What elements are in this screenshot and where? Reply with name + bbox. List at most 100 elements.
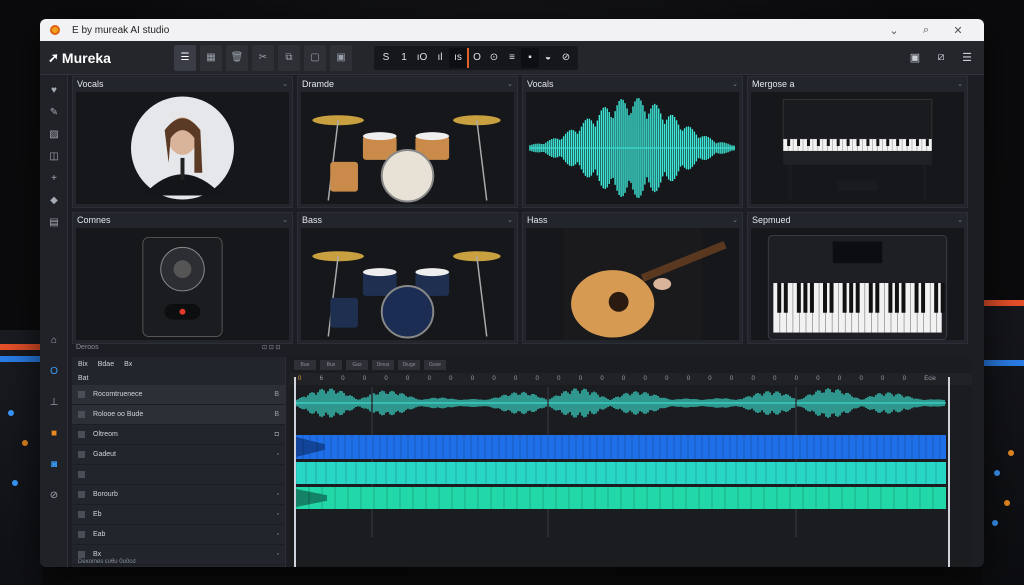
instrument-panel-portrait[interactable]: Vocals ⌄: [72, 76, 293, 208]
mixer-icon[interactable]: ⊥: [40, 387, 68, 418]
panel-thumbnail[interactable]: [301, 228, 514, 340]
instrument-panel-guitar[interactable]: Hass ⌄: [522, 212, 743, 344]
track-row-icon[interactable]: B: [274, 411, 279, 418]
panel-thumbnail[interactable]: [301, 92, 514, 204]
track-row[interactable]: Oltreom ◘: [72, 425, 285, 445]
transport-button[interactable]: ◒: [539, 48, 557, 68]
timeline-ruler[interactable]: 0 6 0 0 0 0 0 0 0 0 0 0 0 0 0 0 0 0 0 0 0 0 0 0 0 0 0 0 0 Ecie: [290, 373, 972, 385]
transport-button[interactable]: O: [467, 47, 485, 68]
transport-button[interactable]: ⊙: [485, 48, 503, 68]
search-icon[interactable]: ⌕: [910, 24, 942, 37]
trash-button[interactable]: 🗑: [226, 44, 248, 71]
track-row-icon[interactable]: ◘: [275, 431, 279, 438]
timeline-tab[interactable]: Gas: [346, 360, 368, 370]
paste-button[interactable]: ▢: [304, 44, 326, 71]
transport-button[interactable]: ▪: [521, 47, 539, 68]
track-checkbox[interactable]: [78, 431, 85, 438]
track-list-header-item[interactable]: Bdae: [98, 361, 114, 368]
track-row[interactable]: Borourb ◦: [72, 485, 285, 505]
chevron-down-icon[interactable]: ⌄: [957, 80, 963, 88]
heart-icon[interactable]: ♥: [40, 79, 68, 101]
instrument-panel-speaker[interactable]: Comnes ⌄: [72, 212, 293, 344]
chat-icon[interactable]: ◫: [40, 145, 68, 167]
transport-button[interactable]: 1: [395, 48, 413, 68]
menu-button[interactable]: ☰: [174, 44, 196, 71]
attach-icon[interactable]: ⊘: [40, 480, 68, 511]
transport-button[interactable]: ıO: [413, 48, 431, 68]
instrument-panel-waveform[interactable]: Vocals ⌄: [522, 76, 743, 208]
timeline-tab[interactable]: Goxe: [424, 360, 446, 370]
track-row-icon[interactable]: ◦: [277, 491, 279, 498]
pin-icon[interactable]: ◆: [40, 189, 68, 211]
track-row-icon[interactable]: ◦: [277, 531, 279, 538]
instrument-panel-keyboard[interactable]: Sepmued ⌄: [747, 212, 968, 344]
panel-thumbnail[interactable]: [751, 228, 964, 340]
home-icon[interactable]: ⌂: [40, 325, 68, 356]
transport-button[interactable]: S: [377, 48, 395, 68]
close-icon[interactable]: ✕: [942, 24, 974, 37]
playhead-end[interactable]: [948, 377, 950, 567]
record-icon[interactable]: ■: [40, 418, 68, 449]
save-icon[interactable]: ▣: [906, 51, 924, 64]
chevron-down-icon[interactable]: ⌄: [732, 80, 738, 88]
pen-icon[interactable]: ✎: [40, 101, 68, 123]
track-checkbox[interactable]: [78, 491, 85, 498]
track-checkbox[interactable]: [78, 391, 85, 398]
track-row-icon[interactable]: ◦: [277, 551, 279, 558]
track-row[interactable]: Eb ◦: [72, 505, 285, 525]
circle-icon[interactable]: O: [40, 356, 68, 387]
panel-footer-icons[interactable]: ⊡ ⊡ ⊡: [262, 344, 280, 351]
plus-icon[interactable]: +: [40, 167, 68, 189]
grid-button[interactable]: ▦: [200, 44, 222, 71]
chevron-down-icon[interactable]: ⌄: [507, 80, 513, 88]
track-checkbox[interactable]: [78, 451, 85, 458]
timeline-tab[interactable]: Bue: [294, 360, 316, 370]
transport-button[interactable]: ⊘: [557, 48, 575, 68]
lanes-canvas[interactable]: [290, 387, 972, 567]
playhead-start[interactable]: [294, 377, 296, 567]
chevron-down-icon[interactable]: ⌄: [957, 216, 963, 224]
track-list-header-item[interactable]: Bx: [124, 361, 132, 368]
chevron-down-icon[interactable]: ⌄: [507, 216, 513, 224]
transport-button[interactable]: ıs: [449, 47, 467, 68]
track-row[interactable]: Gadeut ◦: [72, 445, 285, 465]
track-row[interactable]: [72, 465, 285, 485]
transport-button[interactable]: ≡: [503, 48, 521, 68]
track-checkbox[interactable]: [78, 411, 85, 418]
timeline-tab[interactable]: Bux: [320, 360, 342, 370]
instrument-panel-drums2[interactable]: Bass ⌄: [297, 212, 518, 344]
panel-thumbnail[interactable]: [76, 92, 289, 204]
track-checkbox[interactable]: [78, 551, 85, 558]
chevron-down-icon[interactable]: ⌄: [732, 216, 738, 224]
panel-thumbnail[interactable]: [526, 92, 739, 204]
instrument-panel-piano[interactable]: Mergose a ⌄: [747, 76, 968, 208]
panel-thumbnail[interactable]: [526, 228, 739, 340]
chevron-down-icon[interactable]: ⌄: [282, 80, 288, 88]
book-icon[interactable]: ▤: [40, 211, 68, 233]
track-row[interactable]: Rocomtruenece B: [72, 385, 285, 405]
panel-thumbnail[interactable]: [751, 92, 964, 204]
scissors-button[interactable]: ✂: [252, 44, 274, 71]
brand-logo[interactable]: ➚ Mureka: [48, 50, 168, 66]
track-row[interactable]: Eab ◦: [72, 525, 285, 545]
instrument-panel-drums[interactable]: Dramde ⌄: [297, 76, 518, 208]
track-row-icon[interactable]: B: [274, 391, 279, 398]
transport-button[interactable]: ıl: [431, 48, 449, 68]
track-row-icon[interactable]: ◦: [277, 511, 279, 518]
panel-thumbnail[interactable]: [76, 228, 289, 340]
track-checkbox[interactable]: [78, 531, 85, 538]
track-row[interactable]: Rolooe oo Bude B: [72, 405, 285, 425]
minimize-icon[interactable]: ⌄: [878, 24, 910, 37]
layers-button[interactable]: ▣: [330, 44, 352, 71]
profile-icon[interactable]: ◙: [40, 449, 68, 480]
hamburger-menu-icon[interactable]: ☰: [958, 51, 976, 64]
track-checkbox[interactable]: [78, 511, 85, 518]
export-icon[interactable]: ⧄: [932, 51, 950, 64]
track-row-icon[interactable]: ◦: [277, 451, 279, 458]
track-list-header-item[interactable]: Bix: [78, 361, 88, 368]
image-icon[interactable]: ▨: [40, 123, 68, 145]
timeline-tab[interactable]: Dinux: [372, 360, 394, 370]
track-checkbox[interactable]: [78, 471, 85, 478]
timeline-tab[interactable]: Diuge: [398, 360, 420, 370]
copy-button[interactable]: ⧉: [278, 44, 300, 71]
